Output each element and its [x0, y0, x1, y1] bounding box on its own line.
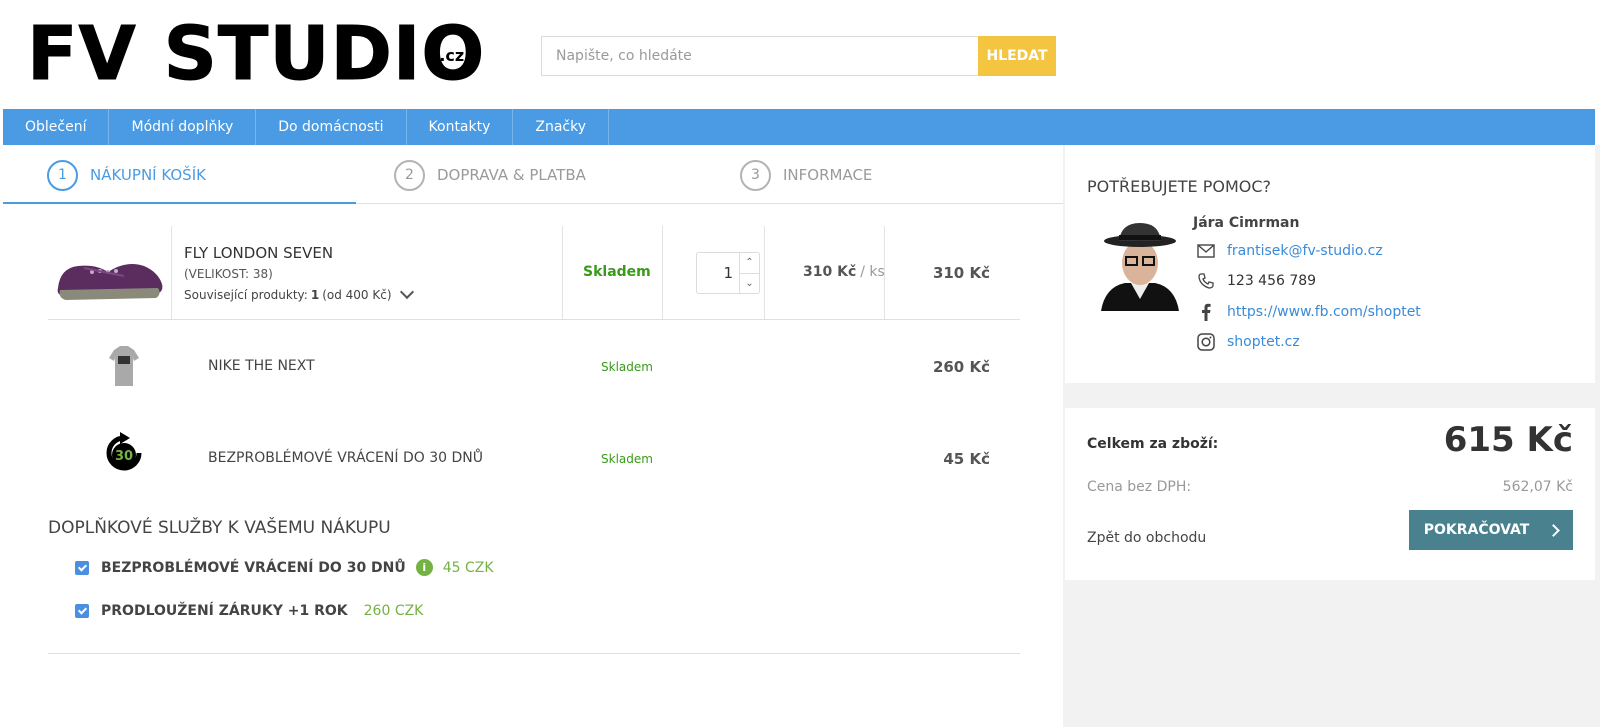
contact-instagram: shoptet.cz	[1195, 333, 1300, 351]
site-logo[interactable]: FV STUDIO .cz	[26, 17, 484, 92]
info-icon[interactable]: i	[415, 559, 433, 576]
stock-cell: Skladem	[562, 226, 662, 319]
divider	[171, 226, 172, 319]
email-link[interactable]: frantisek@fv-studio.cz	[1227, 243, 1383, 259]
step-number: 2	[394, 159, 425, 191]
divider	[48, 653, 1020, 654]
product-name[interactable]: FLY LONDON SEVEN	[184, 244, 333, 262]
phone-icon	[1195, 273, 1217, 289]
contact-facebook: https://www.fb.com/shoptet	[1195, 303, 1421, 321]
total-label: Celkem za zboží:	[1087, 436, 1219, 452]
divider	[884, 226, 885, 319]
cart-sidebar: POTŘEBUJETE POMOC? Jára Cimrman frantise…	[1063, 145, 1600, 727]
step-number: 1	[47, 159, 78, 191]
row-total-price: 260 Kč	[932, 358, 990, 376]
unit-price: 310 Kč / ks	[803, 264, 885, 280]
addon-price: 45 CZK	[442, 559, 494, 576]
row-total-price: 45 Kč	[943, 450, 990, 468]
check-icon	[77, 561, 87, 572]
help-card: POTŘEBUJETE POMOC? Jára Cimrman frantise…	[1065, 145, 1595, 383]
addon-return: BEZPROBLÉMOVÉ VRÁCENÍ DO 30 DNŮ i 45 CZK	[75, 559, 494, 576]
stock-status: Skladem	[583, 264, 651, 280]
stock-status: Skladem	[601, 452, 653, 466]
related-suffix: (od 400 Kč)	[322, 288, 392, 302]
help-title: POTŘEBUJETE POMOC?	[1087, 177, 1272, 196]
step-label: NÁKUPNÍ KOŠÍK	[90, 166, 206, 184]
active-step-indicator	[3, 202, 356, 204]
return-icon-text: 30	[115, 449, 133, 464]
continue-label: POKRAČOVAT	[1423, 522, 1530, 538]
cart-row-service: 30 BEZPROBLÉMOVÉ VRÁCENÍ DO 30 DNŮ Sklad…	[48, 412, 1020, 504]
addon-checkbox[interactable]	[75, 604, 89, 618]
search-button[interactable]: HLEDAT	[978, 36, 1056, 76]
search-input[interactable]	[541, 36, 978, 76]
addon-price: 260 CZK	[363, 603, 424, 619]
contact-email: frantisek@fv-studio.cz	[1195, 243, 1383, 259]
addon-checkbox[interactable]	[75, 560, 89, 575]
quantity-arrows: ⌃ ⌄	[739, 253, 759, 293]
site-header: FV STUDIO .cz HLEDAT	[0, 0, 1600, 108]
unit-price-value: 310 Kč	[803, 264, 857, 280]
main-navigation: Oblečení Módní doplňky Do domácnosti Kon…	[3, 109, 1595, 145]
unit-price-suffix: / ks	[860, 264, 885, 280]
search-form: HLEDAT	[541, 36, 1056, 76]
cart-row-main: FLY LONDON SEVEN (VELIKOST: 38) Souvisej…	[48, 226, 1020, 320]
stock-status: Skladem	[601, 360, 653, 374]
nav-item-modni-doplnky[interactable]: Módní doplňky	[109, 109, 257, 145]
logo-suffix: .cz	[439, 46, 465, 65]
product-image-shoe[interactable]	[48, 238, 174, 308]
mail-icon	[1195, 244, 1217, 258]
step-shipping-payment[interactable]: 2 DOPRAVA & PLATBA	[394, 159, 586, 191]
avatar	[1097, 217, 1183, 311]
related-count: 1	[310, 288, 320, 302]
step-information[interactable]: 3 INFORMACE	[740, 159, 872, 191]
nav-item-znacky[interactable]: Značky	[513, 109, 610, 145]
addons-title: DOPLŇKOVÉ SLUŽBY K VAŠEMU NÁKUPU	[48, 518, 391, 538]
nav-item-do-domacnosti[interactable]: Do domácnosti	[256, 109, 407, 145]
step-number: 3	[740, 159, 771, 191]
chevron-right-icon	[1547, 523, 1561, 537]
instagram-icon	[1195, 333, 1217, 351]
product-name[interactable]: BEZPROBLÉMOVÉ VRÁCENÍ DO 30 DNŮ	[208, 450, 483, 466]
quantity-stepper[interactable]: 1 ⌃ ⌄	[696, 252, 760, 294]
nav-item-obleceni[interactable]: Oblečení	[3, 109, 110, 145]
step-label: DOPRAVA & PLATBA	[437, 166, 586, 184]
logo-text: FV STUDIO	[26, 11, 486, 97]
checkout-steps: 1 NÁKUPNÍ KOŠÍK 2 DOPRAVA & PLATBA 3 INF…	[3, 145, 1063, 204]
addon-name: BEZPROBLÉMOVÉ VRÁCENÍ DO 30 DNŮ	[101, 559, 406, 576]
contact-phone: 123 456 789	[1195, 273, 1316, 289]
chevron-down-icon	[399, 284, 414, 300]
net-price-label: Cena bez DPH:	[1087, 479, 1192, 495]
addon-name: PRODLOUŽENÍ ZÁRUKY +1 ROK	[101, 603, 348, 619]
chevron-up-icon[interactable]: ⌃	[740, 253, 759, 273]
net-price-value: 562,07 Kč	[1502, 479, 1573, 495]
related-prefix: Související produkty:	[184, 288, 308, 302]
total-value: 615 Kč	[1443, 420, 1573, 460]
related-products-toggle[interactable]: Související produkty: 1 (od 400 Kč)	[184, 284, 414, 302]
cart-main: 1 NÁKUPNÍ KOŠÍK 2 DOPRAVA & PLATBA 3 INF…	[3, 145, 1063, 727]
quantity-value[interactable]: 1	[697, 253, 739, 293]
nav-item-kontakty[interactable]: Kontakty	[407, 109, 514, 145]
back-to-shop-link[interactable]: Zpět do obchodu	[1087, 530, 1206, 546]
summary-card: Celkem za zboží: 615 Kč Cena bez DPH: 56…	[1065, 408, 1595, 580]
contact-name: Jára Cimrman	[1193, 215, 1300, 231]
instagram-link[interactable]: shoptet.cz	[1227, 334, 1300, 350]
product-image-tshirt[interactable]	[108, 344, 140, 388]
chevron-down-icon[interactable]: ⌄	[740, 272, 759, 294]
continue-button[interactable]: POKRAČOVAT	[1409, 510, 1573, 550]
product-size: (VELIKOST: 38)	[184, 267, 273, 281]
check-icon	[77, 605, 87, 615]
phone-number: 123 456 789	[1227, 273, 1317, 289]
facebook-icon	[1195, 303, 1217, 321]
step-cart[interactable]: 1 NÁKUPNÍ KOŠÍK	[47, 159, 206, 191]
step-label: INFORMACE	[783, 166, 873, 184]
cart-row-related: NIKE THE NEXT Skladem 260 Kč	[48, 320, 1020, 412]
return-30-days-icon: 30	[106, 432, 142, 471]
addon-warranty: PRODLOUŽENÍ ZÁRUKY +1 ROK 260 CZK	[75, 603, 423, 619]
row-total-price: 310 Kč	[932, 264, 990, 282]
product-name[interactable]: NIKE THE NEXT	[208, 358, 315, 374]
facebook-link[interactable]: https://www.fb.com/shoptet	[1227, 304, 1421, 320]
